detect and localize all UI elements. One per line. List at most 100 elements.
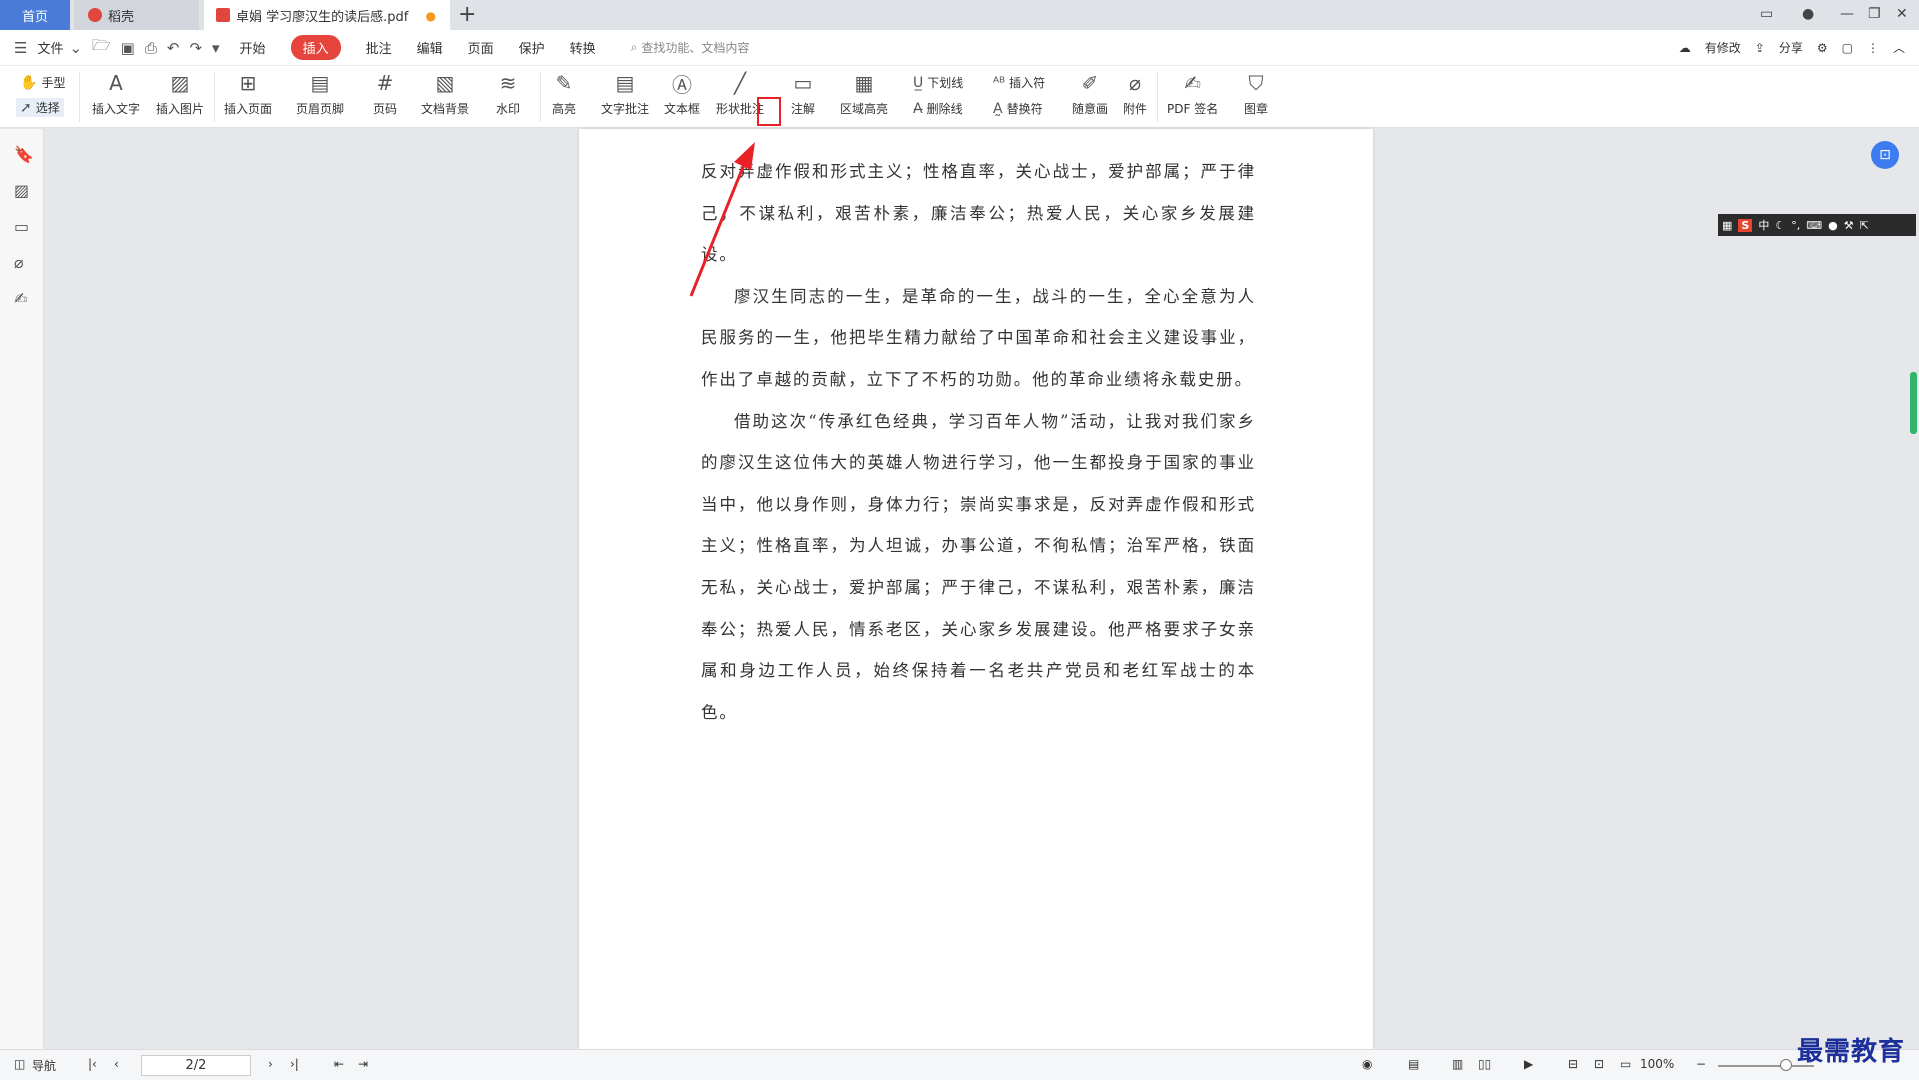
tab-convert[interactable]: 转换 [570,38,596,57]
tab-edit[interactable]: 编辑 [417,38,443,57]
strikethrough-button[interactable]: A̶ 删除线 [913,100,963,117]
wrench-icon[interactable]: ⚒ [1844,219,1854,232]
pdf-sign-button[interactable]: ✍ PDF 签名 [1167,70,1218,117]
prev-page-icon[interactable]: ‹ [114,1057,119,1071]
freehand-button[interactable]: ✐ 随意画 [1072,70,1108,117]
forward-icon[interactable]: ⇥ [358,1057,368,1071]
stamp-icon: ⛉ [1248,71,1264,95]
nav-button[interactable]: 导航 [32,1057,56,1074]
search-input[interactable]: ⌕ 查找功能、文档内容 [631,39,750,56]
stamp-button[interactable]: ⛉ 图章 [1243,70,1269,117]
single-page-icon[interactable]: ▤ [1408,1057,1419,1071]
menu-icon[interactable]: ☰ [14,39,27,57]
customize-icon[interactable]: ▾ [212,39,220,57]
tab-docer[interactable]: 稻壳 [74,0,199,30]
menu-bar: ☰ 文件 ⌄ 🗁 ▣ ⎙ ↶ ↷ ▾ 开始 插入 批注 编辑 页面 保护 转换 … [0,30,1919,66]
select-tool[interactable]: ➚ 选择 [16,98,64,117]
hand-tool[interactable]: ✋ 手型 [20,74,65,91]
tab-insert[interactable]: 插入 [290,35,341,60]
undo-icon[interactable]: ↶ [167,39,180,57]
back-icon[interactable]: ⇤ [334,1057,344,1071]
first-page-icon[interactable]: |‹ [88,1057,97,1071]
zoom-slider-handle[interactable] [1780,1059,1792,1071]
tab-home[interactable]: 首页 [0,0,70,30]
keyboard-icon[interactable]: ⌨ [1806,219,1822,232]
message-icon[interactable]: ▢ [1842,41,1853,55]
insert-image-button[interactable]: ▨ 插入图片 [156,70,204,117]
cloud-icon[interactable]: ☁ [1679,41,1691,55]
area-highlight-button[interactable]: ▦ 区域高亮 [840,70,888,117]
text-box-button[interactable]: Ⓐ 文本框 [664,70,700,117]
print-icon[interactable]: ⎙ [145,39,157,57]
window-layout-icon[interactable]: ▭ [1760,6,1773,22]
highlighter-icon: ✎ [555,71,573,95]
text-comment-button[interactable]: ▤ 文字批注 [601,70,649,117]
zoom-out-icon[interactable]: − [1696,1057,1706,1071]
replace-symbol-icon: A̰ [993,100,1003,117]
open-folder-icon[interactable]: 🗁 [92,35,111,60]
chevron-down-icon[interactable]: ⌄ [69,39,82,57]
expand-icon[interactable]: ⇱ [1860,219,1869,232]
sogou-logo[interactable]: S [1738,218,1753,232]
thumbnail-icon[interactable]: ▨ [14,181,29,200]
share-button[interactable]: 分享 [1779,39,1803,56]
divider [214,72,215,122]
play-icon[interactable]: ▶ [1524,1057,1533,1071]
close-icon[interactable]: ✕ [1896,6,1908,22]
share-icon[interactable]: ⇪ [1755,41,1765,55]
insert-page-button[interactable]: ⊞ 插入页面 [224,70,272,117]
tab-document[interactable]: 卓娟 学习廖汉生的读后感.pdf ● [204,0,450,30]
fit-page-icon[interactable]: ⊡ [1594,1057,1604,1071]
paragraph-3: 借助这次“传承红色经典，学习百年人物”活动，让我对我们家乡的廖汉生这位伟大的英雄… [701,411,1256,722]
page-number-input[interactable]: 2/2 [141,1055,251,1076]
signature-icon[interactable]: ✍ [14,289,27,308]
more-icon[interactable]: ⋮ [1867,41,1879,55]
tab-comment[interactable]: 批注 [366,38,392,57]
moon-icon[interactable]: ☾ [1775,219,1785,232]
replace-symbol-button[interactable]: A̰ 替换符 [993,100,1043,117]
ime-grip-icon: ▦ [1722,218,1733,232]
watermark-button[interactable]: ≋ 水印 [495,70,521,117]
punctuation-icon[interactable]: °, [1791,219,1800,232]
save-icon[interactable]: ▣ [121,39,135,57]
minimize-icon[interactable]: — [1840,6,1854,22]
attachment-button[interactable]: ⌀ 附件 [1122,70,1148,117]
doc-background-button[interactable]: ▧ 文档背景 [421,70,469,117]
note-button[interactable]: ▭ 注解 [790,70,816,117]
eye-icon[interactable]: ◉ [1362,1057,1372,1071]
user-icon[interactable]: ● [1828,219,1838,232]
settings-icon[interactable]: ⚙ [1817,41,1828,55]
bookmark-icon[interactable]: 🔖 [14,145,34,164]
tab-start[interactable]: 开始 [240,38,266,57]
file-menu[interactable]: 文件 [37,38,63,57]
modify-status[interactable]: 有修改 [1705,39,1741,56]
ime-language[interactable]: 中 [1758,217,1769,233]
avatar[interactable]: ● [1802,6,1814,22]
scrollbar-thumb[interactable] [1910,372,1917,434]
insert-symbol-button[interactable]: ᴬᴮ 插入符 [993,74,1045,91]
last-page-icon[interactable]: ›| [290,1057,299,1071]
actual-size-icon[interactable]: ▭ [1620,1057,1631,1071]
fit-width-icon[interactable]: ⊟ [1568,1057,1578,1071]
tab-page[interactable]: 页面 [468,38,494,57]
underline-button[interactable]: U̲ 下划线 [913,74,963,91]
next-page-icon[interactable]: › [268,1057,273,1071]
zoom-level[interactable]: 100% [1640,1057,1674,1071]
floating-tool-button[interactable]: ⊡ [1871,141,1899,169]
comment-icon[interactable]: ▭ [14,217,29,236]
redo-icon[interactable]: ↷ [189,39,202,57]
document-page[interactable]: 反对弄虚作假和形式主义；性格直率，关心战士，爱护部属；严于律己，不谋私利，艰苦朴… [579,129,1373,1049]
paperclip-icon[interactable]: ⌀ [14,253,24,272]
tab-protect[interactable]: 保护 [519,38,545,57]
new-tab-button[interactable]: + [458,2,476,27]
page-number-button[interactable]: # 页码 [372,70,398,117]
double-page-icon[interactable]: ▯▯ [1478,1057,1491,1071]
continuous-icon[interactable]: ▥ [1452,1057,1463,1071]
collapse-icon[interactable]: ︿ [1893,39,1905,56]
insert-text-button[interactable]: A 插入文字 [92,70,140,117]
restore-icon[interactable]: ❐ [1868,6,1881,22]
nav-panel-icon[interactable]: ◫ [14,1057,25,1071]
header-footer-button[interactable]: ▤ 页眉页脚 [296,70,344,117]
search-icon: ⌕ [630,40,638,54]
highlight-button[interactable]: ✎ 高亮 [551,70,577,117]
